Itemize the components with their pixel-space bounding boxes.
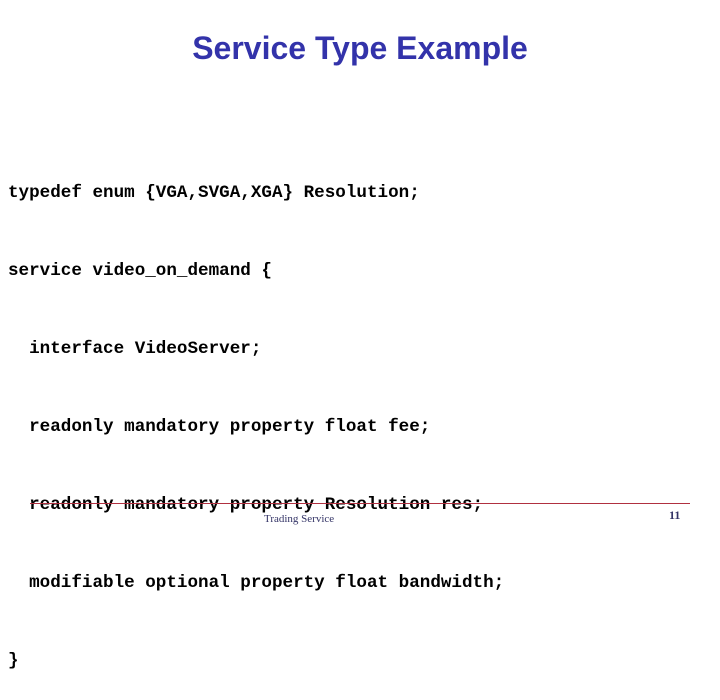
code-line: interface VideoServer; xyxy=(8,339,262,359)
page-number: 11 xyxy=(669,508,681,522)
code-line: readonly mandatory property float fee; xyxy=(8,417,431,437)
footer-text: Trading Service xyxy=(264,513,335,525)
code-block: typedef enum {VGA,SVGA,XGA} Resolution; … xyxy=(8,128,504,700)
slide-title: Service Type Example xyxy=(192,30,528,66)
code-line: service video_on_demand { xyxy=(8,261,272,281)
code-line: readonly mandatory property Resolution r… xyxy=(8,495,484,515)
footer-divider xyxy=(30,503,690,504)
code-line: modifiable optional property float bandw… xyxy=(8,573,505,593)
code-line: } xyxy=(8,651,19,671)
code-line: typedef enum {VGA,SVGA,XGA} Resolution; xyxy=(8,183,420,203)
